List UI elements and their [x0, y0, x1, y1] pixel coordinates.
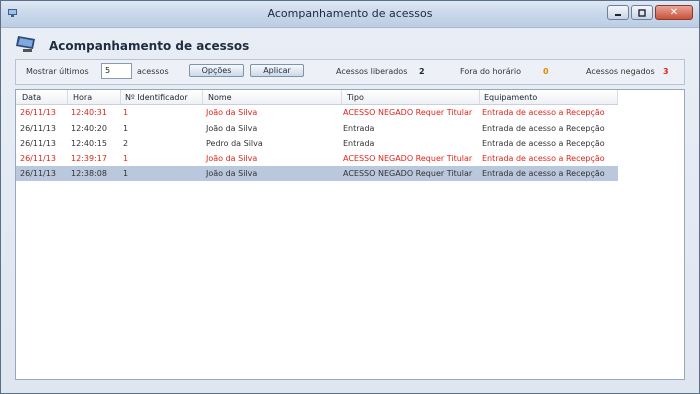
cell-equipamento: Entrada de acesso a Recepção — [482, 154, 605, 163]
table-row[interactable]: 26/11/13 12:40:20 1 João da Silva Entrad… — [16, 121, 618, 136]
cell-nome: João da Silva — [206, 108, 258, 117]
column-header-hora[interactable]: Hora — [73, 93, 92, 102]
cell-identificador: 1 — [123, 124, 129, 133]
minimize-icon — [615, 13, 621, 16]
cell-data: 26/11/13 — [20, 139, 56, 148]
cell-identificador: 1 — [123, 154, 129, 163]
table-row[interactable]: 26/11/13 12:39:17 1 João da Silva ACESSO… — [16, 151, 618, 166]
options-button[interactable]: Opções — [189, 64, 244, 77]
cell-nome: João da Silva — [206, 154, 258, 163]
offhours-count: 0 — [543, 67, 549, 76]
cell-nome: João da Silva — [206, 169, 258, 178]
cell-hora: 12:40:31 — [71, 108, 107, 117]
table-row[interactable]: 26/11/13 12:40:31 1 João da Silva ACESSO… — [16, 105, 618, 120]
close-button[interactable]: ✕ — [655, 5, 693, 20]
table-row[interactable]: 26/11/13 12:40:15 2 Pedro da Silva Entra… — [16, 136, 618, 151]
cell-equipamento: Entrada de acesso a Recepção — [482, 169, 605, 178]
cell-tipo: ACESSO NEGADO Requer Titular — [343, 108, 473, 117]
denied-label: Acessos negados — [586, 67, 655, 76]
table-header: Data Hora Nº Identificador Nome Tipo Equ… — [16, 90, 618, 105]
cell-nome: Pedro da Silva — [206, 139, 263, 148]
count-input[interactable]: 5 — [101, 63, 132, 79]
window-title: Acompanhamento de acessos — [267, 7, 433, 20]
cell-identificador: 1 — [123, 169, 129, 178]
cell-equipamento: Entrada de acesso a Recepção — [482, 139, 605, 148]
cell-equipamento: Entrada de acesso a Recepção — [482, 124, 605, 133]
granted-count: 2 — [419, 67, 425, 76]
column-header-equipamento[interactable]: Equipamento — [484, 93, 537, 102]
cell-tipo: Entrada — [343, 124, 375, 133]
access-table: Data Hora Nº Identificador Nome Tipo Equ… — [15, 89, 685, 380]
cell-hora: 12:40:20 — [71, 124, 107, 133]
cell-identificador: 1 — [123, 108, 129, 117]
cell-data: 26/11/13 — [20, 169, 56, 178]
cell-tipo: Entrada — [343, 139, 375, 148]
granted-label: Acessos liberados — [336, 67, 408, 76]
page-title: Acompanhamento de acessos — [49, 39, 250, 53]
minimize-button[interactable] — [607, 5, 629, 20]
apply-button[interactable]: Aplicar — [250, 64, 304, 77]
offhours-label: Fora do horário — [460, 67, 522, 76]
column-header-nome[interactable]: Nome — [208, 93, 232, 102]
column-header-identificador[interactable]: Nº Identificador — [125, 93, 188, 102]
close-icon: ✕ — [669, 7, 679, 18]
maximize-button[interactable] — [631, 5, 653, 20]
denied-count: 3 — [663, 67, 669, 76]
column-header-data[interactable]: Data — [22, 93, 41, 102]
cell-tipo: ACESSO NEGADO Requer Titular — [343, 169, 473, 178]
monitor-icon — [16, 36, 35, 52]
cell-nome: João da Silva — [206, 124, 258, 133]
cell-hora: 12:38:08 — [71, 169, 107, 178]
show-last-label: Mostrar últimos — [26, 67, 89, 76]
table-row-selected[interactable]: 26/11/13 12:38:08 1 João da Silva ACESSO… — [16, 166, 618, 181]
column-header-tipo[interactable]: Tipo — [347, 93, 364, 102]
cell-tipo: ACESSO NEGADO Requer Titular — [343, 154, 473, 163]
unit-label: acessos — [137, 67, 169, 76]
cell-equipamento: Entrada de acesso a Recepção — [482, 108, 605, 117]
maximize-icon — [638, 8, 646, 17]
main-window: Acompanhamento de acessos ✕ Acompanhamen… — [0, 0, 700, 394]
title-bar[interactable]: Acompanhamento de acessos ✕ — [1, 1, 699, 28]
cell-data: 26/11/13 — [20, 108, 56, 117]
cell-data: 26/11/13 — [20, 124, 56, 133]
cell-data: 26/11/13 — [20, 154, 56, 163]
cell-identificador: 2 — [123, 139, 129, 148]
cell-hora: 12:40:15 — [71, 139, 107, 148]
filter-bar: Mostrar últimos 5 acessos Opções Aplicar… — [15, 59, 685, 85]
cell-hora: 12:39:17 — [71, 154, 107, 163]
